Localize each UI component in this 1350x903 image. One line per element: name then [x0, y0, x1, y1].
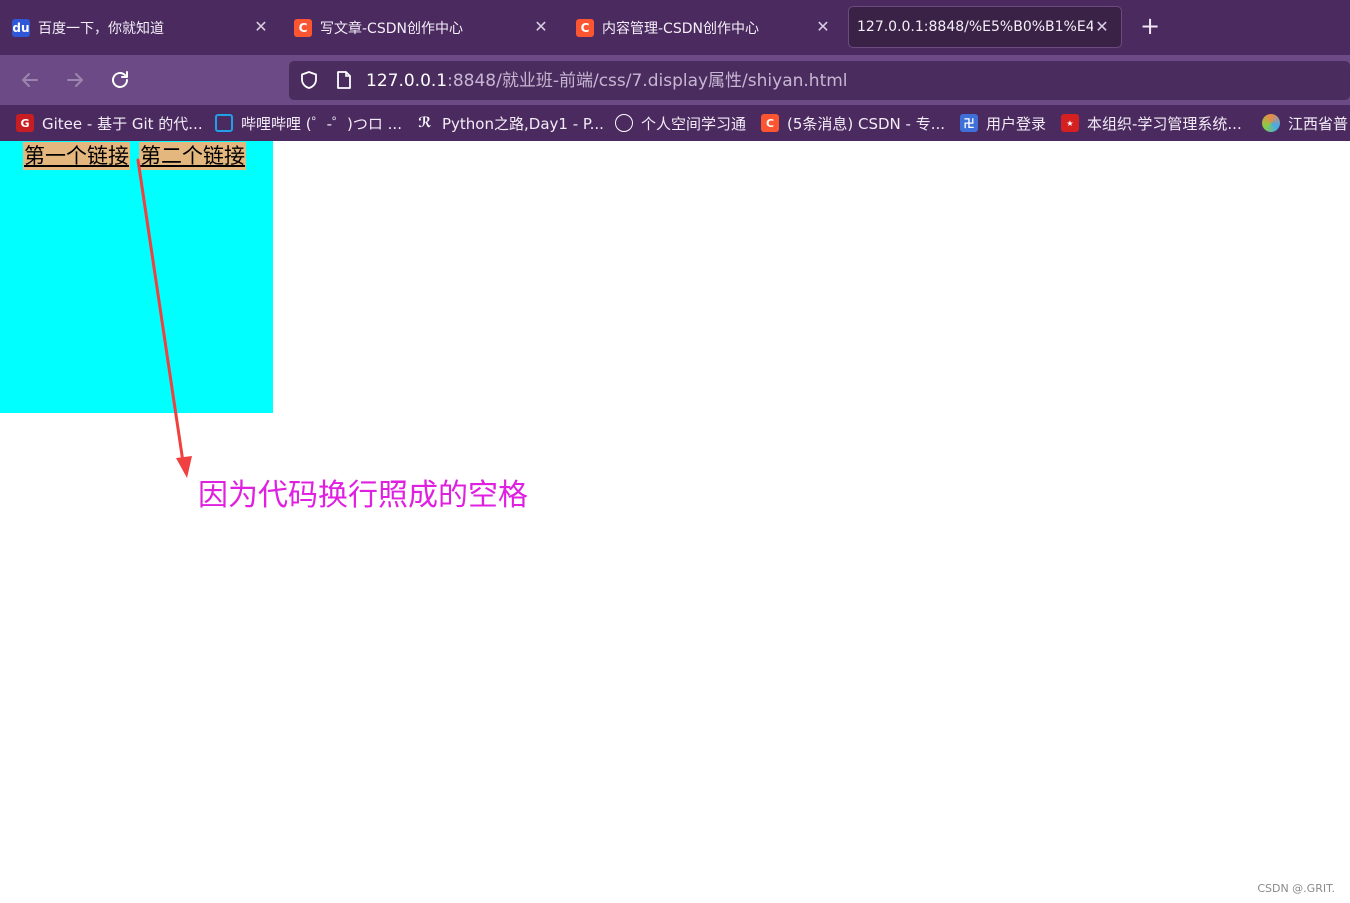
- watermark: CSDN @.GRIT.: [1257, 882, 1335, 895]
- annotation-arrow: [136, 158, 192, 478]
- arrowhead-icon: [176, 456, 192, 478]
- annotation-text: 因为代码换行照成的空格: [198, 478, 528, 513]
